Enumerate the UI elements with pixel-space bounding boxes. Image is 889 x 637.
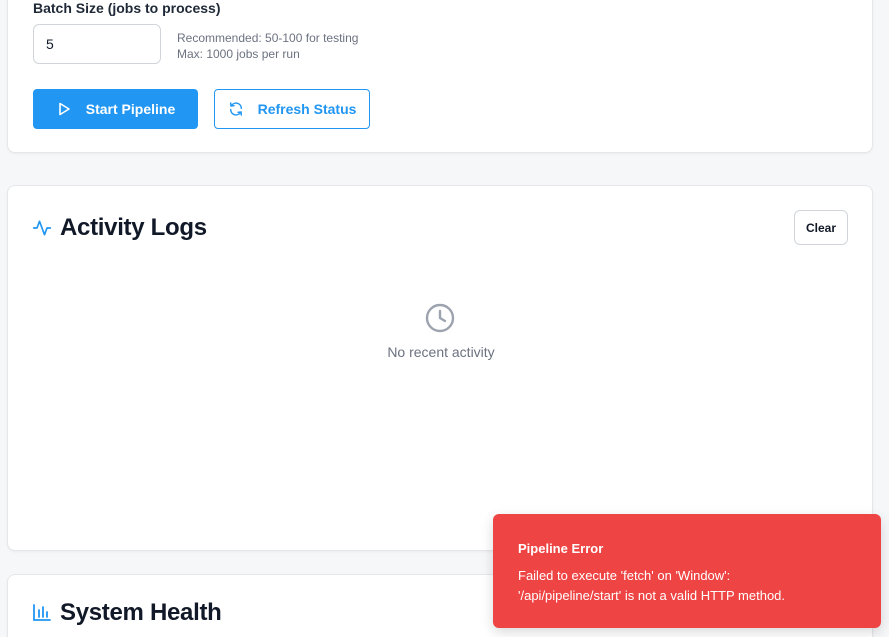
- system-health-title: System Health: [60, 599, 222, 626]
- clear-logs-button[interactable]: Clear: [794, 210, 848, 245]
- toast-title: Pipeline Error: [518, 541, 604, 556]
- refresh-icon: [228, 101, 244, 117]
- pipeline-control-card: Batch Size (jobs to process) Recommended…: [7, 0, 873, 153]
- activity-logs-card: Activity Logs Clear No recent activity: [7, 185, 873, 551]
- empty-logs-text: No recent activity: [387, 344, 495, 360]
- activity-icon: [32, 218, 52, 238]
- batch-size-input[interactable]: [33, 24, 161, 64]
- refresh-status-button[interactable]: Refresh Status: [214, 89, 370, 129]
- play-icon: [56, 101, 72, 117]
- batch-size-label: Batch Size (jobs to process): [33, 0, 221, 16]
- batch-hint-max: Max: 1000 jobs per run: [177, 47, 300, 61]
- refresh-status-label: Refresh Status: [257, 101, 357, 117]
- bar-chart-icon: [32, 603, 52, 623]
- start-pipeline-button[interactable]: Start Pipeline: [33, 89, 198, 129]
- activity-logs-title: Activity Logs: [60, 214, 207, 241]
- toast-message: Failed to execute 'fetch' on 'Window': '…: [518, 568, 786, 603]
- clock-icon: [424, 302, 456, 334]
- batch-hint-recommended: Recommended: 50-100 for testing: [177, 31, 359, 45]
- error-toast[interactable]: Pipeline Error Failed to execute 'fetch'…: [493, 514, 881, 628]
- start-pipeline-label: Start Pipeline: [85, 101, 176, 117]
